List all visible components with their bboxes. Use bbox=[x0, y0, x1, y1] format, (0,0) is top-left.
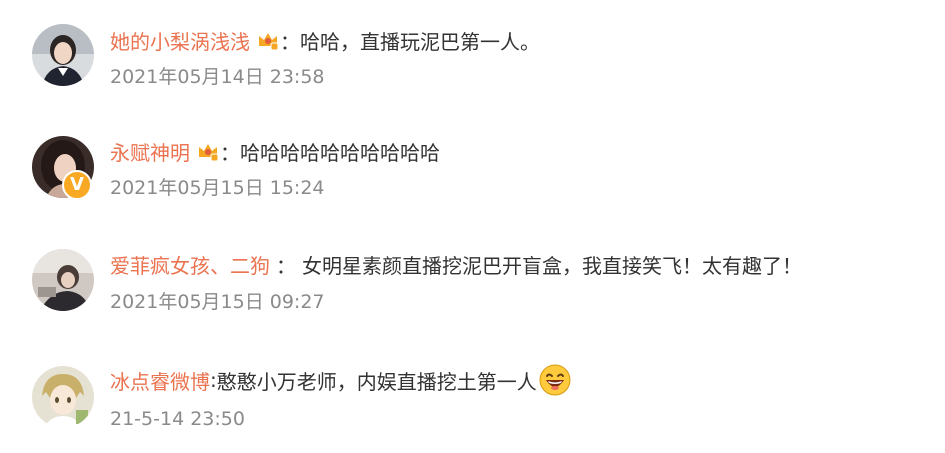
comment-item: V 永赋神明 ： 哈哈哈哈哈哈哈哈哈哈 2021年05月15日 15:24 bbox=[0, 124, 945, 214]
comment-text: 哈哈哈哈哈哈哈哈哈哈 bbox=[240, 140, 440, 165]
username-link[interactable]: 冰点睿微博 bbox=[110, 366, 210, 395]
timestamp: 2021年05月15日 09:27 bbox=[110, 291, 325, 313]
timestamp: 2021年05月15日 15:24 bbox=[110, 177, 325, 199]
comment-item: 爱菲疯女孩、二狗 ： 女明星素颜直播挖泥巴开盲盒，我直接笑飞！太有趣了！ 202… bbox=[0, 238, 945, 328]
verified-badge: V bbox=[62, 170, 92, 200]
avatar-girl-icon bbox=[32, 24, 94, 86]
comment-line: 冰点睿微博 : 憨憨小万老师，内娱直播挖土第一人 bbox=[110, 364, 571, 396]
comment-text: 女明星素颜直播挖泥巴开盲盒，我直接笑飞！太有趣了！ bbox=[302, 253, 802, 278]
timestamp: 2021年05月14日 23:58 bbox=[110, 66, 325, 88]
comment-line: 永赋神明 ： 哈哈哈哈哈哈哈哈哈哈 bbox=[110, 136, 440, 166]
comment-line: 她的小梨涡浅浅 ： 哈哈，直播玩泥巴第一人。 bbox=[110, 25, 540, 55]
laughing-emoji-icon bbox=[539, 364, 571, 396]
avatar[interactable] bbox=[32, 24, 94, 86]
comment-text: 哈哈，直播玩泥巴第一人。 bbox=[300, 29, 540, 54]
crown-icon bbox=[196, 139, 220, 163]
crown-icon bbox=[256, 28, 280, 52]
comment-text: 憨憨小万老师，内娱直播挖土第一人 bbox=[216, 369, 537, 394]
separator: : bbox=[210, 368, 217, 392]
avatar[interactable] bbox=[32, 366, 94, 428]
comment-line: 爱菲疯女孩、二狗 ： 女明星素颜直播挖泥巴开盲盒，我直接笑飞！太有趣了！ bbox=[110, 249, 802, 279]
username-link[interactable]: 爱菲疯女孩、二狗 bbox=[110, 250, 270, 279]
avatar-photo-icon bbox=[32, 249, 94, 311]
username-link[interactable]: 永赋神明 bbox=[110, 137, 190, 166]
avatar-anime-icon bbox=[32, 366, 94, 428]
comment-item: 冰点睿微博 : 憨憨小万老师，内娱直播挖土第一人 21-5-14 23:50 bbox=[0, 352, 945, 442]
separator: ： bbox=[220, 140, 240, 165]
username-link[interactable]: 她的小梨涡浅浅 bbox=[110, 26, 250, 55]
separator: ： bbox=[280, 29, 300, 54]
separator: ： bbox=[276, 253, 296, 278]
avatar[interactable] bbox=[32, 249, 94, 311]
timestamp: 21-5-14 23:50 bbox=[110, 408, 245, 430]
comment-item: 她的小梨涡浅浅 ： 哈哈，直播玩泥巴第一人。 2021年05月14日 23:58 bbox=[0, 12, 945, 102]
